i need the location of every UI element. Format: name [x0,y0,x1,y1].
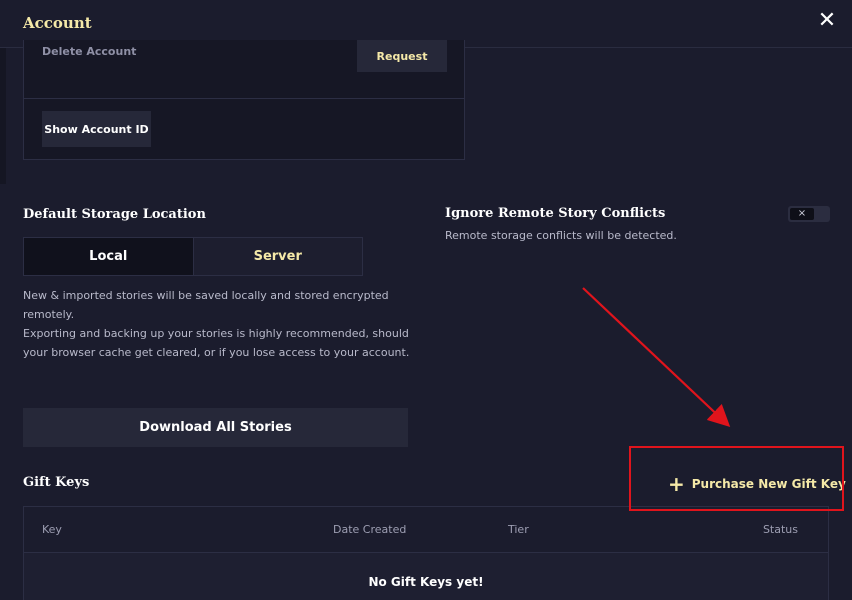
toggle-off-icon: × [790,208,814,220]
column-tier: Tier [508,523,529,536]
side-panel-edge [0,48,6,184]
column-key: Key [42,523,62,536]
download-all-stories-button[interactable]: Download All Stories [23,408,408,447]
gift-keys-table-header: Key Date Created Tier Status [24,507,828,553]
account-settings-page: Account ✕ Delete Account Request Show Ac… [0,0,852,600]
gift-keys-table: Key Date Created Tier Status No Gift Key… [23,506,829,600]
divider [24,98,464,99]
storage-description: New & imported stories will be saved loc… [23,286,413,362]
ignore-conflicts-description: Remote storage conflicts will be detecte… [445,229,677,242]
account-actions-panel: Delete Account Request Show Account ID [23,40,465,160]
empty-gift-keys-message: No Gift Keys yet! [368,575,484,589]
annotation-highlight-box [629,446,844,511]
delete-account-label: Delete Account [42,45,137,58]
gift-keys-table-body: No Gift Keys yet! [24,553,828,600]
ignore-conflicts-title: Ignore Remote Story Conflicts [445,206,666,221]
storage-description-line-1: New & imported stories will be saved loc… [23,289,389,321]
storage-location-title: Default Storage Location [23,207,206,222]
storage-description-line-2: Exporting and backing up your stories is… [23,327,410,359]
column-status: Status [762,523,798,536]
storage-option-server[interactable]: Server [192,238,362,275]
close-icon[interactable]: ✕ [816,10,838,32]
storage-option-local[interactable]: Local [24,238,193,275]
show-account-id-button[interactable]: Show Account ID [42,111,151,147]
gift-keys-title: Gift Keys [23,475,90,490]
request-delete-button[interactable]: Request [357,40,447,72]
column-date-created: Date Created [333,523,407,536]
modal-title: Account [23,14,92,32]
storage-location-selector: Local Server [23,237,363,276]
ignore-conflicts-toggle[interactable]: × [788,206,830,222]
